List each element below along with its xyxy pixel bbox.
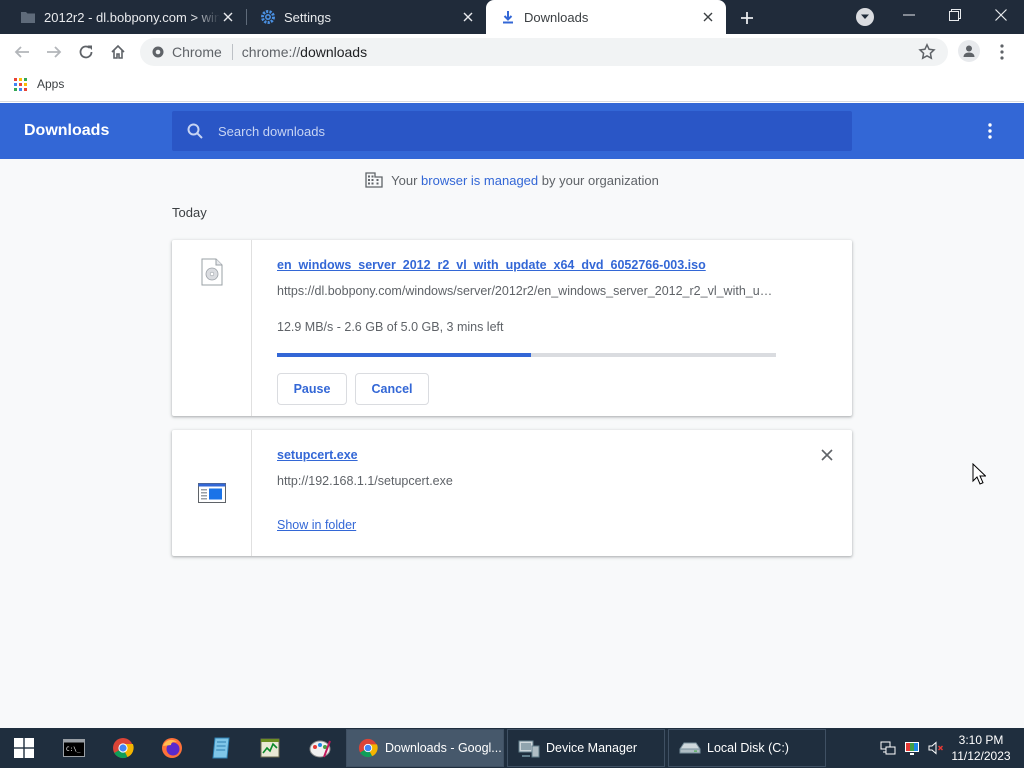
managed-link[interactable]: is managed xyxy=(471,173,538,188)
network-tray-icon[interactable] xyxy=(880,740,896,756)
apps-shortcut[interactable]: Apps xyxy=(14,77,64,91)
taskbar-window-device-manager[interactable]: Device Manager xyxy=(507,729,665,767)
bookmarks-bar: Apps xyxy=(0,70,1024,102)
home-button[interactable] xyxy=(106,40,130,64)
taskbar-window-chrome[interactable]: Downloads - Googl... xyxy=(346,729,504,767)
paint-taskbar-icon[interactable] xyxy=(296,728,344,768)
cancel-button[interactable]: Cancel xyxy=(355,373,429,405)
volume-muted-tray-icon[interactable] xyxy=(928,740,944,756)
system-clock[interactable]: 3:10 PM 11/12/2023 xyxy=(944,732,1018,764)
managed-notice: Your browser is managed by your organiza… xyxy=(0,172,1024,188)
device-manager-icon xyxy=(518,737,540,759)
search-input[interactable] xyxy=(218,123,818,139)
show-in-folder-link[interactable]: Show in folder xyxy=(277,518,356,532)
back-button[interactable] xyxy=(10,40,34,64)
windows-logo-icon xyxy=(14,738,34,758)
progress-bar xyxy=(277,353,776,357)
taskbar-window-local-disk[interactable]: Local Disk (C:) xyxy=(668,729,826,767)
executable-file-icon xyxy=(198,483,226,503)
disc-image-file-icon xyxy=(201,258,223,286)
pause-button[interactable]: Pause xyxy=(277,373,347,405)
downloads-menu-icon[interactable] xyxy=(982,121,998,141)
new-tab-button[interactable] xyxy=(736,7,758,29)
managed-browser-link[interactable]: browser xyxy=(421,173,467,188)
mouse-cursor-icon xyxy=(972,463,986,485)
tab-settings[interactable]: Settings xyxy=(240,0,486,34)
folder-icon xyxy=(20,9,36,25)
restore-button[interactable] xyxy=(932,0,978,30)
task-label: Device Manager xyxy=(546,741,638,755)
source-url[interactable]: http://192.168.1.1/setupcert.exe xyxy=(277,474,774,488)
firefox-taskbar-icon[interactable] xyxy=(148,728,196,768)
taskbar: C:\_ Downloads - Googl... Device Manager… xyxy=(0,728,1024,768)
chrome-chip-icon xyxy=(152,46,164,58)
chrome-icon xyxy=(357,737,379,759)
download-icon xyxy=(500,9,516,25)
gear-icon xyxy=(260,9,276,25)
tab-label: Settings xyxy=(284,9,331,25)
close-icon[interactable] xyxy=(460,9,476,25)
close-icon[interactable] xyxy=(220,9,236,25)
chrome-menu-icon[interactable] xyxy=(994,42,1010,62)
apps-label: Apps xyxy=(37,77,65,91)
file-icon-column xyxy=(172,240,252,416)
task-manager-taskbar-icon[interactable] xyxy=(246,728,294,768)
tab-label: 2012r2 - dl.bobpony.com > windows xyxy=(44,9,220,25)
browser-toolbar: Chrome chrome://downloads xyxy=(0,34,1024,70)
download-status: 12.9 MB/s - 2.6 GB of 5.0 GB, 3 mins lef… xyxy=(277,320,504,334)
tab-bobpony[interactable]: 2012r2 - dl.bobpony.com > windows xyxy=(0,0,246,34)
cmd-taskbar-icon[interactable]: C:\_ xyxy=(50,728,98,768)
download-details: en_windows_server_2012_r2_vl_with_update… xyxy=(277,240,852,416)
tab-downloads[interactable]: Downloads xyxy=(486,0,726,34)
building-icon xyxy=(365,172,383,188)
svg-text:C:\_: C:\_ xyxy=(66,746,81,753)
download-details: setupcert.exe http://192.168.1.1/setupce… xyxy=(277,430,852,556)
chrome-taskbar-icon[interactable] xyxy=(99,728,147,768)
task-label: Local Disk (C:) xyxy=(707,741,789,755)
omnibox-divider xyxy=(231,44,233,60)
notepad-taskbar-icon[interactable] xyxy=(197,728,245,768)
clock-time: 3:10 PM xyxy=(958,733,1004,747)
task-label: Downloads - Googl... xyxy=(385,741,502,755)
managed-prefix: Your xyxy=(391,172,422,188)
address-bar[interactable]: Chrome chrome://downloads xyxy=(140,38,948,66)
clock-date: 11/12/2023 xyxy=(951,749,1011,763)
search-box[interactable] xyxy=(172,111,852,151)
file-icon-column xyxy=(172,430,252,556)
file-name-link[interactable]: setupcert.exe xyxy=(277,448,358,462)
apps-grid-icon xyxy=(14,77,27,91)
date-section-header: Today xyxy=(172,205,207,220)
downloads-content: Your browser is managed by your organiza… xyxy=(0,159,1024,728)
start-button[interactable] xyxy=(0,728,48,768)
display-tray-icon[interactable] xyxy=(904,740,920,756)
minimize-button[interactable] xyxy=(886,0,932,30)
tab-search-button[interactable] xyxy=(856,8,874,26)
file-name-link[interactable]: en_windows_server_2012_r2_vl_with_update… xyxy=(277,258,706,272)
drive-icon xyxy=(679,737,701,759)
bookmark-star-icon[interactable] xyxy=(918,43,936,61)
downloads-header: Downloads xyxy=(0,103,1024,159)
managed-suffix: by your organization xyxy=(538,172,659,188)
page-title: Downloads xyxy=(24,122,110,139)
download-item: en_windows_server_2012_r2_vl_with_update… xyxy=(172,240,852,416)
tab-strip: 2012r2 - dl.bobpony.com > windows Settin… xyxy=(0,0,1024,34)
close-icon[interactable] xyxy=(700,9,716,25)
remove-download-icon[interactable] xyxy=(820,448,834,462)
progress-fill xyxy=(277,353,532,357)
download-item: setupcert.exe http://192.168.1.1/setupce… xyxy=(172,430,852,556)
search-icon xyxy=(187,123,203,139)
close-window-button[interactable] xyxy=(978,0,1024,30)
forward-button[interactable] xyxy=(42,40,66,64)
reload-button[interactable] xyxy=(74,40,98,64)
url-text: chrome://downloads xyxy=(241,44,368,60)
source-url[interactable]: https://dl.bobpony.com/windows/server/20… xyxy=(277,284,774,298)
chrome-chip-label: Chrome xyxy=(172,44,222,60)
tab-label: Downloads xyxy=(524,9,589,25)
profile-avatar-icon[interactable] xyxy=(958,40,980,62)
